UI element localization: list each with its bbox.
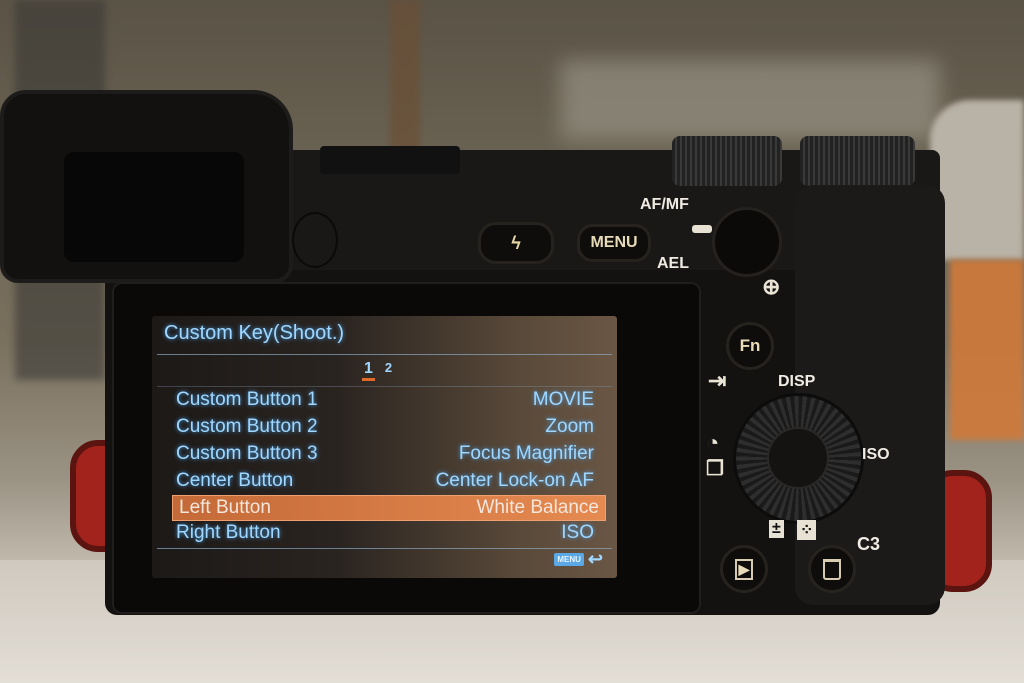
control-dial-rear[interactable]: [800, 136, 915, 186]
focus-area-icon: ⁘: [797, 520, 817, 540]
row-label: Custom Button 2: [176, 416, 318, 437]
eye-sensor: [292, 212, 338, 268]
center-button[interactable]: [767, 427, 829, 489]
page-tab-2[interactable]: 2: [385, 360, 392, 381]
row-value: Zoom: [545, 416, 594, 437]
menu-chip-icon: MENU: [554, 553, 584, 566]
row-label: Custom Button 1: [176, 389, 318, 410]
af-mf-ael-lever[interactable]: [692, 225, 712, 233]
row-value: ISO: [561, 522, 594, 543]
background-orange-object: [950, 260, 1024, 440]
flash-icon: ϟ: [511, 232, 521, 253]
divider: [157, 548, 612, 549]
back-icon: ↩: [587, 549, 603, 569]
row-value: White Balance: [476, 497, 599, 518]
divider: [157, 386, 612, 387]
row-value: MOVIE: [532, 389, 594, 410]
drive-mode-icon: ❐: [706, 458, 724, 480]
menu-row[interactable]: Custom Button 3 Focus Magnifier: [170, 442, 600, 466]
c3-label: C3: [857, 534, 881, 554]
self-timer-icon: ◔: [706, 430, 720, 455]
viewfinder-eyecup: [0, 90, 293, 283]
menu-row[interactable]: Custom Button 2 Zoom: [170, 415, 600, 439]
send-to-smartphone-icon: ⇥: [708, 368, 727, 393]
row-value: Center Lock-on AF: [435, 470, 594, 491]
ael-label: AEL: [657, 255, 689, 272]
menu-row[interactable]: Right Button ISO: [170, 521, 600, 545]
menu-title: Custom Key(Shoot.): [164, 322, 345, 344]
hot-shoe-cover: [320, 146, 460, 174]
lcd-screen: Custom Key(Shoot.) 1 2 Custom Button 1 M…: [152, 316, 617, 578]
fn-button-label: Fn: [739, 336, 761, 355]
ael-button[interactable]: [712, 207, 782, 277]
background-light: [560, 60, 940, 140]
menu-button[interactable]: MENU: [577, 224, 651, 262]
background-pillar: [390, 0, 420, 170]
menu-row[interactable]: Center Button Center Lock-on AF: [170, 469, 600, 493]
menu-row-selected[interactable]: Left Button White Balance: [172, 495, 606, 521]
af-mf-label: AF/MF: [640, 196, 689, 213]
flash-button[interactable]: ϟ: [478, 222, 554, 264]
playback-icon: ▶: [734, 558, 754, 580]
row-label: Custom Button 3: [176, 443, 318, 464]
page-tabs: 1 2: [362, 360, 392, 381]
row-label: Right Button: [176, 522, 281, 543]
row-label: Center Button: [176, 470, 294, 491]
divider: [157, 354, 612, 355]
iso-label: ISO: [862, 446, 890, 463]
menu-back-hint[interactable]: MENU ↩: [554, 549, 603, 570]
page-tab-1[interactable]: 1: [362, 360, 375, 381]
zoom-in-icon: ⊕: [762, 274, 781, 299]
fn-button[interactable]: Fn: [726, 322, 774, 370]
control-dial-front[interactable]: [672, 136, 782, 186]
playback-button[interactable]: ▶: [720, 545, 768, 593]
disp-label: DISP: [778, 373, 816, 390]
row-value: Focus Magnifier: [458, 443, 594, 464]
trash-icon: [823, 558, 841, 580]
delete-button[interactable]: [808, 545, 856, 593]
exposure-comp-icon: ±: [769, 520, 784, 538]
menu-button-label: MENU: [590, 234, 638, 251]
row-label: Left Button: [179, 497, 271, 518]
viewfinder-window: [64, 152, 244, 262]
menu-row[interactable]: Custom Button 1 MOVIE: [170, 388, 600, 412]
